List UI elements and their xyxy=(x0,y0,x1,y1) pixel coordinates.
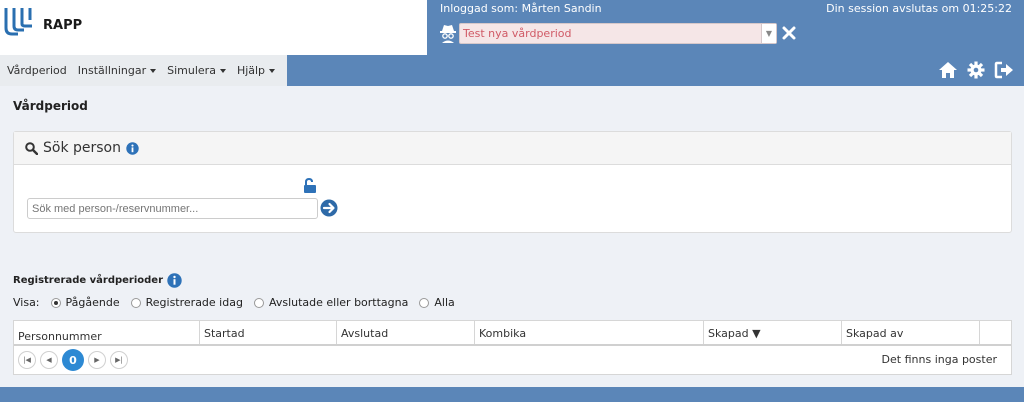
filter-row: Visa: Pågående Registrerade idag Avsluta… xyxy=(13,296,455,309)
logo-icon xyxy=(4,8,32,36)
nav-item-installningar[interactable]: Inställningar xyxy=(77,64,157,77)
search-person-panel: Sök person xyxy=(13,131,1012,233)
nav-label: Vårdperiod xyxy=(7,64,67,77)
first-page-button[interactable]: |◀ xyxy=(18,351,36,369)
nav-menu: Vårdperiod Inställningar Simulera Hjälp xyxy=(0,55,287,86)
session-timer: Din session avslutas om 01:25:22 xyxy=(826,2,1012,15)
column-header[interactable]: Kombika xyxy=(475,321,704,344)
column-header[interactable]: Startad xyxy=(200,321,337,344)
current-page-button[interactable]: 0 xyxy=(62,349,84,371)
unlock-icon[interactable] xyxy=(303,178,317,194)
radio-label: Avslutade eller borttagna xyxy=(268,296,409,309)
radio-registrerade-idag[interactable] xyxy=(130,297,141,308)
nav-item-vardperiod[interactable]: Vårdperiod xyxy=(7,64,67,77)
caret-down-icon xyxy=(150,68,157,73)
main-navbar: Vårdperiod Inställningar Simulera Hjälp xyxy=(0,55,1024,86)
column-header[interactable]: Avslutad xyxy=(337,321,475,344)
column-header[interactable]: Skapad av xyxy=(842,321,980,344)
app-name: RAPP xyxy=(43,18,83,33)
radio-label: Registrerade idag xyxy=(145,296,243,309)
periods-grid: Personnummer Startad Avslutad Kombika Sk… xyxy=(13,320,1012,375)
section-title-label: Registrerade vårdperioder xyxy=(13,275,164,286)
info-icon[interactable] xyxy=(167,273,182,288)
radio-alla[interactable] xyxy=(419,297,430,308)
info-icon[interactable] xyxy=(126,141,139,155)
last-page-button[interactable]: ▶| xyxy=(110,351,128,369)
panel-header: Sök person xyxy=(14,132,1011,165)
gear-icon[interactable] xyxy=(966,61,986,79)
column-header-sorted[interactable]: Skapad ▼ xyxy=(704,321,842,344)
next-page-button[interactable]: ▶ xyxy=(88,351,106,369)
panel-title: Sök person xyxy=(43,140,121,156)
radio-avslutade[interactable] xyxy=(253,297,264,308)
nav-label: Hjälp xyxy=(236,64,266,77)
arrow-right-icon[interactable] xyxy=(320,199,338,217)
caret-down-icon xyxy=(219,68,226,73)
session-header: Inloggad som: Mårten Sandin Din session … xyxy=(427,0,1024,55)
radio-label: Pågående xyxy=(65,296,120,309)
nav-label: Simulera xyxy=(167,64,216,77)
radio-pagaende[interactable] xyxy=(50,297,61,308)
registered-periods-heading: Registrerade vårdperioder xyxy=(13,273,182,288)
prev-page-button[interactable]: ◀ xyxy=(40,351,58,369)
context-select[interactable]: Test nya vårdperiod ▼ xyxy=(459,23,777,44)
logged-in-user: Inloggad som: Mårten Sandin xyxy=(440,2,602,15)
page-title: Vårdperiod xyxy=(13,99,88,113)
chevron-down-icon[interactable]: ▼ xyxy=(761,24,776,43)
radio-label: Alla xyxy=(434,296,455,309)
home-icon[interactable] xyxy=(938,61,958,79)
search-input[interactable] xyxy=(27,198,318,219)
incognito-icon xyxy=(440,25,456,43)
nav-icons xyxy=(938,61,1014,79)
logout-icon[interactable] xyxy=(994,61,1014,79)
empty-message: Det finns inga poster xyxy=(881,353,997,366)
nav-item-simulera[interactable]: Simulera xyxy=(167,64,226,77)
nav-item-hjalp[interactable]: Hjälp xyxy=(236,64,276,77)
close-icon[interactable] xyxy=(781,24,797,42)
column-header xyxy=(980,321,1011,344)
logo-area: RAPP xyxy=(0,0,427,55)
grid-pager: |◀ ◀ 0 ▶ ▶| Det finns inga poster xyxy=(14,346,1011,374)
search-icon xyxy=(25,141,38,155)
column-header[interactable]: Personnummer xyxy=(14,321,200,344)
nav-label: Inställningar xyxy=(77,64,147,77)
filter-label: Visa: xyxy=(13,296,40,309)
context-select-value: Test nya vårdperiod xyxy=(463,27,572,40)
grid-header: Personnummer Startad Avslutad Kombika Sk… xyxy=(14,321,1011,346)
footer-bar xyxy=(0,387,1024,402)
caret-down-icon xyxy=(269,68,276,73)
